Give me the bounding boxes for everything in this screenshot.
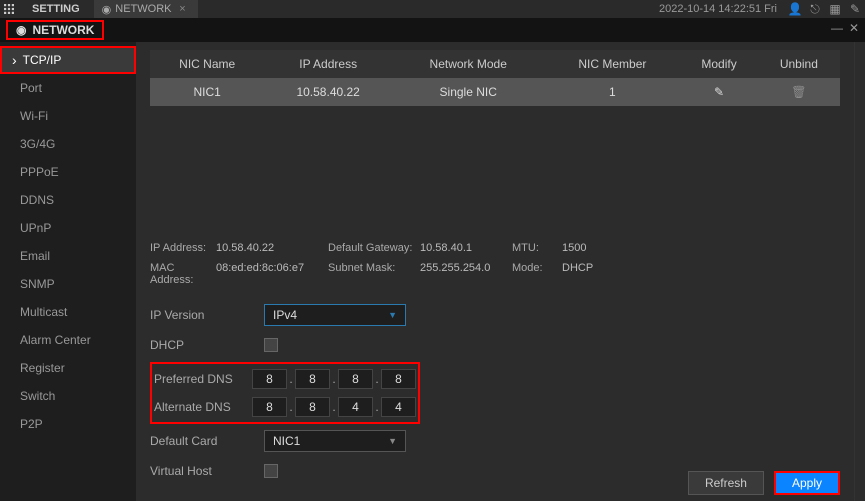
sidebar-item-alarm-center[interactable]: Alarm Center [0,326,136,354]
lbl-default-card: Default Card [150,434,264,448]
th-nic-member: NIC Member [544,50,680,78]
virtual-host-checkbox[interactable] [264,464,278,478]
cell-modify[interactable]: ✎ [680,78,757,106]
nic-info-grid: IP Address: 10.58.40.22 Default Gateway:… [150,232,840,292]
th-unbind: Unbind [758,50,840,78]
val-subnet: 255.255.254.0 [420,262,510,286]
page-title-text: NETWORK [32,23,94,37]
ip-version-value: IPv4 [273,308,297,322]
dns-octet[interactable]: 8 [381,369,416,389]
sidebar-item-switch[interactable]: Switch [0,382,136,410]
table-row[interactable]: NIC1 10.58.40.22 Single NIC 1 ✎ 🗑 [150,78,840,106]
chevron-down-icon: ▼ [388,310,397,320]
th-nic-name: NIC Name [150,50,264,78]
dns-octet[interactable]: 4 [381,397,416,417]
page-header: ◉ NETWORK — ✕ [0,18,865,42]
lbl-pref-dns: Preferred DNS [154,372,252,386]
val-mac: 08:ed:ed:8c:06:e7 [216,262,326,286]
apply-button[interactable]: Apply [774,471,840,495]
page-title: ◉ NETWORK [6,20,104,40]
lbl-mtu: MTU: [512,242,560,254]
sidebar-item-p2p[interactable]: P2P [0,410,136,438]
globe-icon: ◉ [102,3,112,16]
tab-network[interactable]: ◉ NETWORK × [94,0,198,18]
sidebar-item-wifi[interactable]: Wi-Fi [0,102,136,130]
default-card-value: NIC1 [273,434,300,448]
dns-highlight-box: Preferred DNS 8. 8. 8. 8 Alternate DNS 8… [150,362,420,424]
lbl-virtual-host: Virtual Host [150,464,264,478]
lbl-subnet: Subnet Mask: [328,262,418,286]
minimize-icon[interactable]: — [831,21,843,35]
dns-octet[interactable]: 4 [338,397,373,417]
sidebar-item-tcpip[interactable]: TCP/IP [0,46,136,74]
sidebar-item-3g4g[interactable]: 3G/4G [0,130,136,158]
sidebar-item-pppoe[interactable]: PPPoE [0,158,136,186]
sidebar-item-port[interactable]: Port [0,74,136,102]
cell-mode: Single NIC [392,78,545,106]
datetime-label: 2022-10-14 14:22:51 Fri [659,3,777,15]
sidebar-item-ddns[interactable]: DDNS [0,186,136,214]
nic-table: NIC Name IP Address Network Mode NIC Mem… [150,50,840,106]
val-mtu: 1500 [562,242,642,254]
dns-octet[interactable]: 8 [295,397,330,417]
tab-network-label: NETWORK [115,3,171,15]
lbl-ip-version: IP Version [150,308,264,322]
lbl-ip: IP Address: [150,242,214,254]
qr-icon[interactable]: ▦ [825,0,845,18]
th-modify: Modify [680,50,757,78]
dns-octet[interactable]: 8 [338,369,373,389]
apps-grid-icon[interactable] [0,0,18,18]
main-panel: NIC Name IP Address Network Mode NIC Mem… [136,42,854,501]
tcpip-form: IP Version IPv4 ▼ DHCP Preferred DNS 8. … [150,302,840,488]
lbl-dhcp: DHCP [150,338,264,352]
lbl-gw: Default Gateway: [328,242,418,254]
val-mode: DHCP [562,262,642,286]
trash-icon[interactable]: 🗑 [791,85,806,99]
close-icon[interactable]: × [176,3,190,15]
sidebar: TCP/IP Port Wi-Fi 3G/4G PPPoE DDNS UPnP … [0,42,136,501]
globe-icon: ◉ [16,23,26,37]
pencil-icon[interactable]: ✎ [714,85,724,99]
cell-nic-name: NIC1 [150,78,264,106]
val-gw: 10.58.40.1 [420,242,510,254]
ip-version-select[interactable]: IPv4 ▼ [264,304,406,326]
th-ip-address: IP Address [264,50,392,78]
default-card-select[interactable]: NIC1 ▼ [264,430,406,452]
dns-octet[interactable]: 8 [295,369,330,389]
sidebar-item-register[interactable]: Register [0,354,136,382]
user-icon[interactable]: 👤 [785,0,805,18]
lbl-mode: Mode: [512,262,560,286]
tab-setting[interactable]: SETTING [18,3,94,15]
cell-member: 1 [544,78,680,106]
edit-icon[interactable]: ✎ [845,0,865,18]
titlebar: SETTING ◉ NETWORK × 2022-10-14 14:22:51 … [0,0,865,18]
lbl-mac: MAC Address: [150,262,214,286]
scrollbar[interactable] [854,42,865,501]
lbl-alt-dns: Alternate DNS [154,400,252,414]
cell-ip: 10.58.40.22 [264,78,392,106]
dns-octet[interactable]: 8 [252,369,287,389]
preferred-dns-input[interactable]: 8. 8. 8. 8 [252,369,416,389]
dns-octet[interactable]: 8 [252,397,287,417]
logout-icon[interactable]: ⎋ [805,0,825,18]
chevron-down-icon: ▼ [388,436,397,446]
sidebar-item-multicast[interactable]: Multicast [0,298,136,326]
val-ip: 10.58.40.22 [216,242,326,254]
alternate-dns-input[interactable]: 8. 8. 4. 4 [252,397,416,417]
refresh-button[interactable]: Refresh [688,471,764,495]
sidebar-item-upnp[interactable]: UPnP [0,214,136,242]
dhcp-checkbox[interactable] [264,338,278,352]
th-network-mode: Network Mode [392,50,545,78]
sidebar-item-snmp[interactable]: SNMP [0,270,136,298]
cell-unbind[interactable]: 🗑 [758,78,840,106]
sidebar-item-email[interactable]: Email [0,242,136,270]
close-icon[interactable]: ✕ [849,21,859,35]
